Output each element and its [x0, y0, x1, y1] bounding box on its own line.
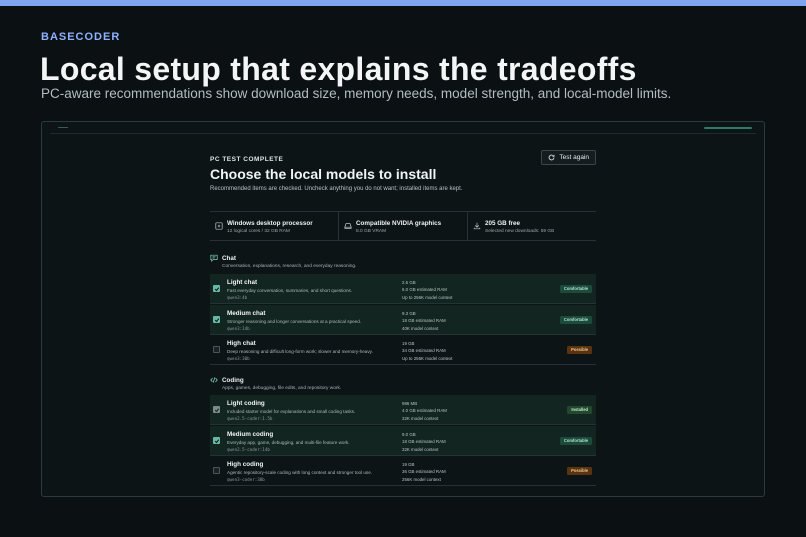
- model-name: High chat: [227, 340, 256, 347]
- hero-subtitle: PC-aware recommendations show download s…: [41, 86, 672, 101]
- section-chat-desc: Conversation, explanations, research, an…: [222, 264, 357, 269]
- spec-storage: 205 GB free Selected new downloads: 59 G…: [468, 212, 596, 240]
- checkbox-high-chat[interactable]: [213, 346, 220, 353]
- model-desc: Agentic repository-scale coding with lon…: [227, 470, 373, 475]
- model-context: Up to 256K model context: [402, 355, 453, 361]
- test-again-label: Test again: [559, 154, 589, 161]
- model-row-light-coding[interactable]: Light coding Included starter model for …: [210, 395, 596, 425]
- model-ram: 18 GB estimated RAM: [402, 318, 446, 324]
- model-size: 986 MB: [402, 401, 418, 406]
- model-size: 9.0 GB: [402, 432, 416, 437]
- refresh-icon: [549, 154, 555, 161]
- model-size: 9.3 GB: [402, 311, 416, 316]
- model-size: 19 GB: [402, 462, 415, 467]
- test-again-button[interactable]: Test again: [541, 150, 596, 165]
- model-row-high-chat[interactable]: High chat Deep reasoning and difficult l…: [210, 335, 596, 365]
- model-stats: 9.0 GB 18 GB estimated RAM 32K model con…: [402, 431, 446, 453]
- status-badge: Possible: [567, 467, 592, 475]
- model-row-high-coding[interactable]: High coding Agentic repository-scale cod…: [210, 456, 596, 486]
- model-name: Light chat: [227, 279, 258, 286]
- system-specs: Windows desktop processor 12 logical cor…: [210, 211, 596, 241]
- model-id: qwen3:4b: [227, 295, 248, 300]
- model-desc: Deep reasoning and difficult long-form w…: [227, 349, 373, 354]
- panel-subtitle: Recommended items are checked. Uncheck a…: [210, 186, 463, 192]
- section-coding-desc: Apps, games, debugging, file edits, and …: [222, 386, 342, 391]
- model-name: High coding: [227, 461, 264, 468]
- model-name: Medium coding: [227, 431, 274, 438]
- model-context: 40K model context: [402, 325, 439, 331]
- status-badge: Installed: [567, 406, 592, 414]
- model-ram: 4.0 GB estimated RAM: [402, 408, 447, 414]
- model-id: qwen2.5-coder:1.5b: [227, 416, 273, 421]
- model-desc: Stronger reasoning and longer conversati…: [227, 319, 362, 324]
- model-id: qwen2.5-coder:14b: [227, 447, 270, 452]
- model-size: 19 GB: [402, 341, 415, 346]
- model-id: qwen3-coder:30b: [227, 477, 265, 482]
- checkbox-medium-chat[interactable]: [213, 316, 220, 323]
- check-icon: [214, 318, 220, 323]
- model-context: 32K model context: [402, 415, 439, 421]
- model-row-medium-chat[interactable]: Medium chat Stronger reasoning and longe…: [210, 305, 596, 335]
- section-chat-title: Chat: [222, 255, 236, 262]
- cpu-icon: [215, 222, 223, 230]
- check-icon: [214, 408, 220, 413]
- model-row-light-chat[interactable]: Light chat Fast everyday conversation, s…: [210, 274, 596, 304]
- window-titlebar: [50, 125, 756, 134]
- spec-graphics-title: Compatible NVIDIA graphics: [356, 220, 442, 227]
- checkbox-high-coding[interactable]: [213, 467, 220, 474]
- status-badge: Possible: [567, 346, 592, 354]
- model-stats: 19 GB 36 GB estimated RAM 256K model con…: [402, 461, 446, 483]
- brand-logo: BASECODER: [41, 31, 121, 43]
- model-ram: 34 GB estimated RAM: [402, 348, 446, 354]
- chat-icon: [210, 254, 218, 262]
- model-id: qwen3:14b: [227, 326, 250, 331]
- spec-graphics: Compatible NVIDIA graphics 8.0 GB VRAM: [339, 212, 468, 240]
- model-desc: Everyday app, game, debugging, and multi…: [227, 440, 350, 445]
- spec-processor-title: Windows desktop processor: [227, 220, 313, 227]
- model-context: 256K model context: [402, 476, 441, 482]
- model-stats: 9.3 GB 18 GB estimated RAM 40K model con…: [402, 310, 446, 332]
- model-context: 32K model context: [402, 446, 439, 452]
- model-stats: 986 MB 4.0 GB estimated RAM 32K model co…: [402, 400, 447, 422]
- model-id: qwen3:30b: [227, 356, 250, 361]
- checkbox-light-coding[interactable]: [213, 406, 220, 413]
- model-stats: 2.5 GB 6.0 GB estimated RAM Up to 256K m…: [402, 279, 453, 301]
- check-icon: [214, 287, 220, 292]
- spec-processor-sub: 12 logical cores / 32 GB RAM: [227, 229, 290, 234]
- checkbox-light-chat[interactable]: [213, 285, 220, 292]
- code-icon: [210, 377, 218, 383]
- model-ram: 36 GB estimated RAM: [402, 469, 446, 475]
- model-desc: Fast everyday conversation, summaries, a…: [227, 288, 353, 293]
- top-accent-bar: [0, 0, 806, 6]
- hero-title: Local setup that explains the tradeoffs: [40, 51, 637, 87]
- model-ram: 6.0 GB estimated RAM: [402, 287, 447, 293]
- status-eyebrow: PC TEST COMPLETE: [210, 156, 284, 163]
- status-badge: Comfortable: [559, 437, 592, 445]
- model-size: 2.5 GB: [402, 280, 416, 285]
- model-desc: Included starter model for explanations …: [227, 409, 356, 414]
- gpu-icon: [344, 223, 352, 229]
- panel-title: Choose the local models to install: [210, 166, 437, 182]
- model-name: Medium chat: [227, 310, 266, 317]
- status-badge: Comfortable: [559, 316, 592, 324]
- model-stats: 19 GB 34 GB estimated RAM Up to 256K mod…: [402, 340, 453, 362]
- spec-storage-title: 205 GB free: [485, 220, 521, 227]
- section-coding-title: Coding: [222, 377, 244, 384]
- spec-processor: Windows desktop processor 12 logical cor…: [210, 212, 339, 240]
- app-window: PC TEST COMPLETE Test again Choose the l…: [41, 121, 765, 497]
- model-context: Up to 256K model context: [402, 294, 453, 300]
- download-icon: [473, 222, 481, 230]
- checkbox-medium-coding[interactable]: [213, 437, 220, 444]
- window-progress-indicator: [704, 127, 752, 129]
- model-name: Light coding: [227, 400, 265, 407]
- model-ram: 18 GB estimated RAM: [402, 439, 446, 445]
- window-tab-marker: [58, 127, 68, 128]
- spec-graphics-sub: 8.0 GB VRAM: [356, 229, 387, 234]
- spec-storage-sub: Selected new downloads: 59 GB: [485, 229, 555, 234]
- model-row-medium-coding[interactable]: Medium coding Everyday app, game, debugg…: [210, 426, 596, 456]
- check-icon: [214, 439, 220, 444]
- status-badge: Comfortable: [559, 285, 592, 293]
